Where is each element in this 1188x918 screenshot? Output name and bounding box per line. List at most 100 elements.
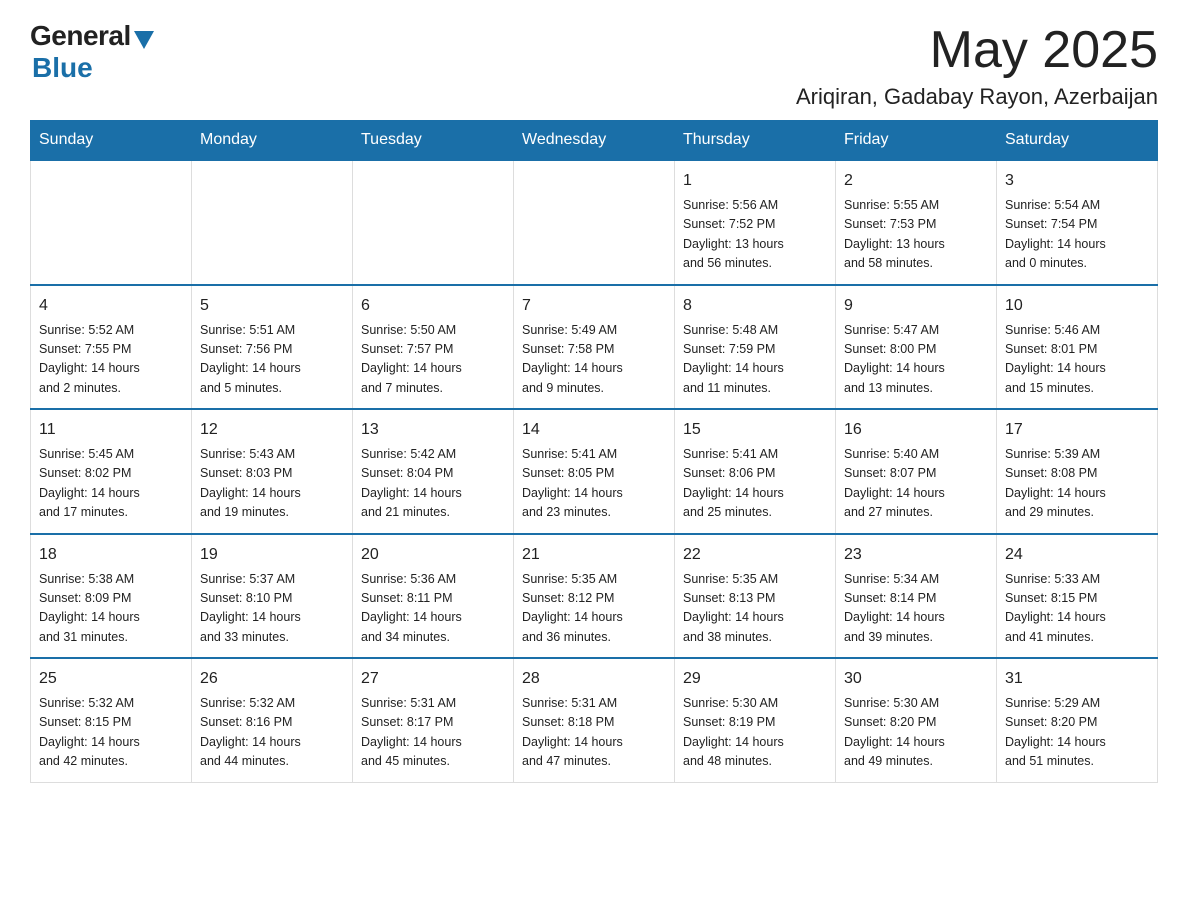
- day-info: Sunrise: 5:50 AM Sunset: 7:57 PM Dayligh…: [361, 321, 505, 399]
- day-info: Sunrise: 5:30 AM Sunset: 8:20 PM Dayligh…: [844, 694, 988, 772]
- logo-blue-text: Blue: [32, 52, 93, 84]
- calendar-day-cell: 23 Sunrise: 5:34 AM Sunset: 8:14 PM Dayli…: [836, 534, 997, 659]
- day-number: 21: [522, 543, 666, 567]
- day-info: Sunrise: 5:43 AM Sunset: 8:03 PM Dayligh…: [200, 445, 344, 523]
- calendar-body: 1 Sunrise: 5:56 AM Sunset: 7:52 PM Daylig…: [31, 160, 1158, 782]
- calendar-day-cell: 15Sunrise: 5:41 AM Sunset: 8:06 PM Dayli…: [675, 409, 836, 534]
- calendar-day-cell: 1 Sunrise: 5:56 AM Sunset: 7:52 PM Daylig…: [675, 160, 836, 285]
- calendar-day-cell: [514, 160, 675, 285]
- day-number: 16: [844, 418, 988, 442]
- logo: General Blue: [30, 20, 154, 84]
- day-number: 13: [361, 418, 505, 442]
- day-info: Sunrise: 5:41 AM Sunset: 8:05 PM Dayligh…: [522, 445, 666, 523]
- calendar-day-cell: 30 Sunrise: 5:30 AM Sunset: 8:20 PM Dayli…: [836, 658, 997, 782]
- calendar-day-cell: 26 Sunrise: 5:32 AM Sunset: 8:16 PM Dayli…: [192, 658, 353, 782]
- calendar-day-cell: 20 Sunrise: 5:36 AM Sunset: 8:11 PM Dayli…: [353, 534, 514, 659]
- day-number: 8: [683, 294, 827, 318]
- calendar-day-cell: 7Sunrise: 5:49 AM Sunset: 7:58 PM Daylig…: [514, 285, 675, 410]
- day-info: Sunrise: 5:29 AM Sunset: 8:20 PM Dayligh…: [1005, 694, 1149, 772]
- day-info: Sunrise: 5:42 AM Sunset: 8:04 PM Dayligh…: [361, 445, 505, 523]
- calendar-day-cell: 25 Sunrise: 5:32 AM Sunset: 8:15 PM Dayli…: [31, 658, 192, 782]
- calendar-week-row: 18Sunrise: 5:38 AM Sunset: 8:09 PM Dayli…: [31, 534, 1158, 659]
- calendar-day-cell: 12 Sunrise: 5:43 AM Sunset: 8:03 PM Dayli…: [192, 409, 353, 534]
- day-number: 14: [522, 418, 666, 442]
- day-info: Sunrise: 5:54 AM Sunset: 7:54 PM Dayligh…: [1005, 196, 1149, 274]
- day-info: Sunrise: 5:31 AM Sunset: 8:17 PM Dayligh…: [361, 694, 505, 772]
- calendar-day-cell: 29 Sunrise: 5:30 AM Sunset: 8:19 PM Dayli…: [675, 658, 836, 782]
- calendar-day-cell: 2Sunrise: 5:55 AM Sunset: 7:53 PM Daylig…: [836, 160, 997, 285]
- day-number: 25: [39, 667, 183, 691]
- day-number: 19: [200, 543, 344, 567]
- calendar-day-cell: 17Sunrise: 5:39 AM Sunset: 8:08 PM Dayli…: [997, 409, 1158, 534]
- day-info: Sunrise: 5:30 AM Sunset: 8:19 PM Dayligh…: [683, 694, 827, 772]
- day-info: Sunrise: 5:34 AM Sunset: 8:14 PM Dayligh…: [844, 570, 988, 648]
- day-number: 17: [1005, 418, 1149, 442]
- calendar-day-cell: 21 Sunrise: 5:35 AM Sunset: 8:12 PM Dayli…: [514, 534, 675, 659]
- location-title: Ariqiran, Gadabay Rayon, Azerbaijan: [796, 84, 1158, 110]
- day-number: 12: [200, 418, 344, 442]
- calendar-day-cell: 31 Sunrise: 5:29 AM Sunset: 8:20 PM Dayli…: [997, 658, 1158, 782]
- calendar-header: SundayMondayTuesdayWednesdayThursdayFrid…: [31, 121, 1158, 161]
- day-number: 10: [1005, 294, 1149, 318]
- day-of-week-header: Tuesday: [353, 121, 514, 161]
- day-number: 9: [844, 294, 988, 318]
- calendar-day-cell: [31, 160, 192, 285]
- logo-line2: Blue: [30, 52, 154, 84]
- day-info: Sunrise: 5:49 AM Sunset: 7:58 PM Dayligh…: [522, 321, 666, 399]
- day-info: Sunrise: 5:47 AM Sunset: 8:00 PM Dayligh…: [844, 321, 988, 399]
- calendar-day-cell: 6 Sunrise: 5:50 AM Sunset: 7:57 PM Daylig…: [353, 285, 514, 410]
- day-number: 5: [200, 294, 344, 318]
- calendar-day-cell: 11 Sunrise: 5:45 AM Sunset: 8:02 PM Dayli…: [31, 409, 192, 534]
- calendar-day-cell: 16 Sunrise: 5:40 AM Sunset: 8:07 PM Dayli…: [836, 409, 997, 534]
- day-info: Sunrise: 5:48 AM Sunset: 7:59 PM Dayligh…: [683, 321, 827, 399]
- page-header: General Blue May 2025 Ariqiran, Gadabay …: [30, 20, 1158, 110]
- calendar-day-cell: 19Sunrise: 5:37 AM Sunset: 8:10 PM Dayli…: [192, 534, 353, 659]
- day-number: 31: [1005, 667, 1149, 691]
- calendar-day-cell: 14 Sunrise: 5:41 AM Sunset: 8:05 PM Dayli…: [514, 409, 675, 534]
- calendar-day-cell: 24Sunrise: 5:33 AM Sunset: 8:15 PM Dayli…: [997, 534, 1158, 659]
- day-info: Sunrise: 5:35 AM Sunset: 8:12 PM Dayligh…: [522, 570, 666, 648]
- day-info: Sunrise: 5:56 AM Sunset: 7:52 PM Dayligh…: [683, 196, 827, 274]
- day-info: Sunrise: 5:45 AM Sunset: 8:02 PM Dayligh…: [39, 445, 183, 523]
- calendar-week-row: 11 Sunrise: 5:45 AM Sunset: 8:02 PM Dayli…: [31, 409, 1158, 534]
- calendar-day-cell: 28Sunrise: 5:31 AM Sunset: 8:18 PM Dayli…: [514, 658, 675, 782]
- day-of-week-header: Sunday: [31, 121, 192, 161]
- calendar-day-cell: 9 Sunrise: 5:47 AM Sunset: 8:00 PM Daylig…: [836, 285, 997, 410]
- day-of-week-header: Thursday: [675, 121, 836, 161]
- calendar-day-cell: 3Sunrise: 5:54 AM Sunset: 7:54 PM Daylig…: [997, 160, 1158, 285]
- day-number: 20: [361, 543, 505, 567]
- calendar-day-cell: 4 Sunrise: 5:52 AM Sunset: 7:55 PM Daylig…: [31, 285, 192, 410]
- logo-row: General: [30, 20, 154, 52]
- day-info: Sunrise: 5:52 AM Sunset: 7:55 PM Dayligh…: [39, 321, 183, 399]
- calendar-day-cell: 27Sunrise: 5:31 AM Sunset: 8:17 PM Dayli…: [353, 658, 514, 782]
- day-info: Sunrise: 5:32 AM Sunset: 8:15 PM Dayligh…: [39, 694, 183, 772]
- day-info: Sunrise: 5:36 AM Sunset: 8:11 PM Dayligh…: [361, 570, 505, 648]
- day-number: 26: [200, 667, 344, 691]
- day-info: Sunrise: 5:40 AM Sunset: 8:07 PM Dayligh…: [844, 445, 988, 523]
- day-number: 23: [844, 543, 988, 567]
- header-row: SundayMondayTuesdayWednesdayThursdayFrid…: [31, 121, 1158, 161]
- day-number: 11: [39, 418, 183, 442]
- day-info: Sunrise: 5:33 AM Sunset: 8:15 PM Dayligh…: [1005, 570, 1149, 648]
- day-number: 30: [844, 667, 988, 691]
- day-number: 2: [844, 169, 988, 193]
- day-of-week-header: Friday: [836, 121, 997, 161]
- day-number: 4: [39, 294, 183, 318]
- day-number: 29: [683, 667, 827, 691]
- calendar-table: SundayMondayTuesdayWednesdayThursdayFrid…: [30, 120, 1158, 783]
- calendar-day-cell: 13 Sunrise: 5:42 AM Sunset: 8:04 PM Dayli…: [353, 409, 514, 534]
- day-info: Sunrise: 5:46 AM Sunset: 8:01 PM Dayligh…: [1005, 321, 1149, 399]
- day-info: Sunrise: 5:41 AM Sunset: 8:06 PM Dayligh…: [683, 445, 827, 523]
- calendar-week-row: 25 Sunrise: 5:32 AM Sunset: 8:15 PM Dayli…: [31, 658, 1158, 782]
- logo-triangle-icon: [134, 31, 154, 49]
- calendar-week-row: 1 Sunrise: 5:56 AM Sunset: 7:52 PM Daylig…: [31, 160, 1158, 285]
- calendar-week-row: 4 Sunrise: 5:52 AM Sunset: 7:55 PM Daylig…: [31, 285, 1158, 410]
- day-info: Sunrise: 5:31 AM Sunset: 8:18 PM Dayligh…: [522, 694, 666, 772]
- day-info: Sunrise: 5:51 AM Sunset: 7:56 PM Dayligh…: [200, 321, 344, 399]
- day-of-week-header: Monday: [192, 121, 353, 161]
- day-of-week-header: Wednesday: [514, 121, 675, 161]
- day-number: 1: [683, 169, 827, 193]
- day-number: 6: [361, 294, 505, 318]
- day-info: Sunrise: 5:32 AM Sunset: 8:16 PM Dayligh…: [200, 694, 344, 772]
- calendar-day-cell: 22Sunrise: 5:35 AM Sunset: 8:13 PM Dayli…: [675, 534, 836, 659]
